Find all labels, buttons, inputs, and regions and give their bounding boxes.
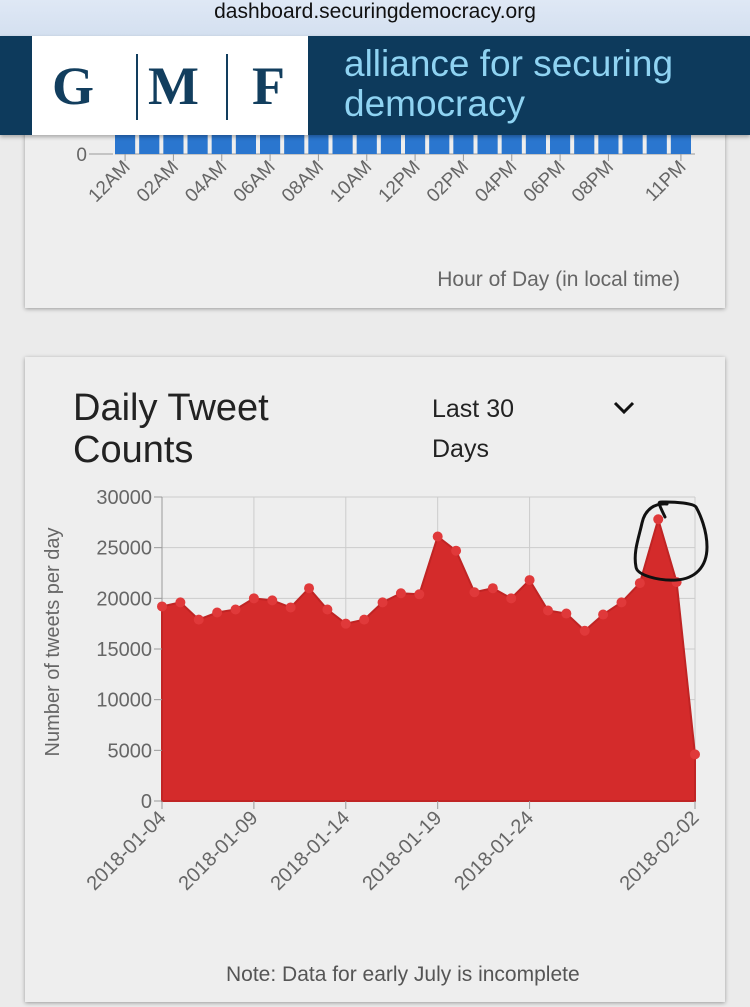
logo-divider [226, 54, 228, 120]
data-point [469, 587, 480, 598]
daily-tweet-card: Daily Tweet Counts Last 30 Days Number o… [25, 357, 725, 1002]
logo-divider [136, 54, 138, 120]
x-ticks: 2018-01-04 2018-01-09 2018-01-14 2018-01-19… [83, 801, 704, 895]
data-point [616, 597, 627, 608]
hourly-x-axis-label: Hour of Day (in local time) [437, 268, 680, 291]
site-header: G M F alliance for securing democracy [0, 36, 750, 135]
x-tick-label: 2018-01-04 [83, 807, 171, 895]
hourly-x-tick-label: 08PM [568, 157, 618, 207]
data-point [524, 575, 535, 586]
y-tick-label: 15000 [96, 639, 152, 661]
data-point [285, 602, 296, 613]
data-point [340, 618, 351, 629]
hourly-x-tick-label: 11PM [641, 157, 690, 206]
data-point [506, 593, 517, 604]
y-tick-label: 10000 [96, 690, 152, 712]
logo-letter-g: G [52, 56, 95, 116]
chart-note: Note: Data for early July is incomplete [226, 963, 580, 986]
data-point [212, 607, 223, 618]
data-point [230, 604, 241, 615]
hourly-x-tick-label: 02PM [423, 157, 473, 207]
data-point [322, 604, 333, 615]
y-tick-label: 25000 [96, 538, 152, 560]
data-point [653, 514, 664, 525]
x-tick-label: 2018-01-14 [266, 807, 354, 895]
address-bar[interactable]: dashboard.securingdemocracy.org [0, 0, 750, 36]
data-point [634, 578, 645, 589]
data-point [193, 614, 204, 625]
x-tick-label: 2018-01-09 [175, 807, 263, 895]
y-tick-label: 0 [76, 145, 87, 166]
data-point [414, 589, 425, 600]
data-point [395, 588, 406, 599]
data-point [248, 593, 259, 604]
logo-letter-m: M [148, 56, 199, 116]
data-point [359, 614, 370, 625]
hourly-x-tick-label: 04AM [181, 157, 231, 207]
hourly-x-tick-label: 06PM [520, 157, 570, 207]
hourly-x-tick-label: 12AM [85, 157, 135, 207]
hourly-x-tick-label: 10AM [326, 157, 376, 207]
hourly-x-tick-label: 02AM [133, 157, 183, 207]
y-tick-label: 20000 [96, 588, 152, 610]
daily-chart: Number of tweets per day 0 5000 10000 15000… [42, 487, 709, 895]
data-point [542, 605, 553, 616]
gmf-logo[interactable]: G M F [32, 36, 308, 135]
data-point [451, 545, 462, 556]
data-point [175, 597, 186, 608]
area-series [161, 515, 696, 802]
y-tick-label: 5000 [108, 740, 153, 762]
y-tick-label: 0 [141, 791, 152, 813]
y-axis-label: Number of tweets per day [42, 528, 64, 757]
data-point [579, 625, 590, 636]
hourly-x-tick-label: 08AM [278, 157, 328, 207]
x-tick-label: 2018-01-24 [450, 807, 538, 895]
data-point [267, 595, 278, 606]
data-point [690, 749, 700, 760]
org-name: alliance for securing democracy [344, 43, 674, 124]
y-ticks: 0 5000 10000 15000 20000 25000 30000 [96, 487, 162, 813]
data-point [157, 601, 167, 612]
data-point [304, 583, 315, 594]
x-tick-label: 2018-02-02 [616, 807, 704, 895]
hourly-x-tick-label: 12PM [375, 157, 425, 207]
data-point [432, 531, 443, 542]
data-point [598, 609, 609, 620]
y-tick-label: 30000 [96, 487, 152, 509]
hourly-x-tick-label: 06AM [230, 157, 280, 207]
hourly-x-ticks: 12AM02AM04AM06AM08AM10AM12PM02PM04PM06PM… [85, 154, 690, 207]
logo-letter-f: F [252, 56, 285, 116]
x-tick-label: 2018-01-19 [358, 807, 446, 895]
data-point [487, 583, 498, 594]
url-text: dashboard.securingdemocracy.org [214, 0, 536, 23]
hourly-x-tick-label: 04PM [471, 157, 521, 207]
data-point [561, 608, 572, 619]
data-point [377, 597, 388, 608]
